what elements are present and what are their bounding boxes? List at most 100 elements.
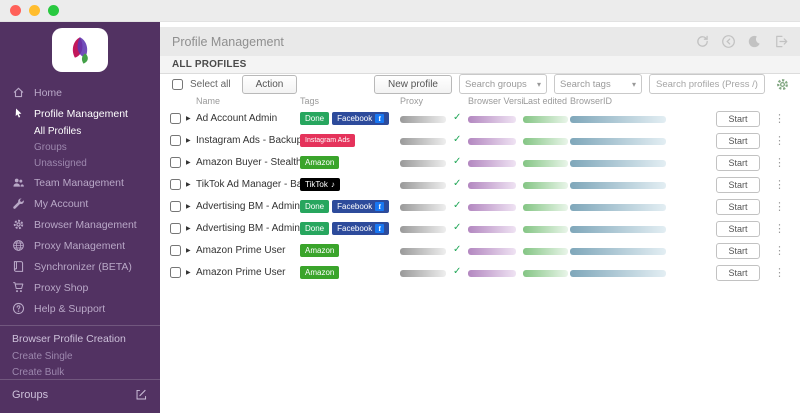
search-profiles-input[interactable]	[649, 74, 765, 94]
minimize-button[interactable]	[29, 5, 40, 16]
sidebar-item-my-account[interactable]: My Account	[0, 193, 160, 214]
expand-arrow-icon[interactable]: ▶	[186, 225, 191, 232]
profile-name: Advertising BM - Admin 2	[196, 223, 309, 234]
expand-arrow-icon[interactable]: ▶	[186, 181, 191, 188]
row-checkbox[interactable]	[170, 179, 181, 190]
refresh-icon[interactable]	[695, 34, 710, 49]
tag-label: Done	[305, 224, 325, 233]
start-button[interactable]: Start	[716, 221, 760, 237]
select-all-checkbox[interactable]	[172, 78, 183, 90]
browser-version-redacted-bar	[468, 182, 516, 189]
search-groups-select[interactable]: Search groups ▾	[459, 74, 547, 94]
row-menu-icon[interactable]: ⋮	[774, 266, 785, 279]
back-circle-icon[interactable]	[721, 34, 736, 49]
sidebar-item-create-single[interactable]: Create Single	[0, 349, 160, 365]
proxy-status-check-icon: ✓	[453, 244, 462, 255]
expand-arrow-icon[interactable]: ▶	[186, 115, 191, 122]
wrench-icon	[13, 198, 24, 209]
search-tags-select[interactable]: Search tags ▾	[554, 74, 642, 94]
start-button[interactable]: Start	[716, 111, 760, 127]
proxy-redacted-bar	[400, 270, 446, 277]
row-checkbox[interactable]	[170, 245, 181, 256]
last-edited-redacted-bar	[523, 138, 568, 145]
close-button[interactable]	[10, 5, 21, 16]
facebook-logo-icon: f	[375, 114, 385, 123]
sidebar-item-help-support[interactable]: Help & Support	[0, 298, 160, 319]
row-checkbox[interactable]	[170, 135, 181, 146]
browser-version-redacted-bar	[468, 138, 516, 145]
cursor-icon	[15, 108, 22, 118]
start-button[interactable]: Start	[716, 243, 760, 259]
start-button[interactable]: Start	[716, 133, 760, 149]
start-button[interactable]: Start	[716, 199, 760, 215]
tag-list: Done Facebook f	[300, 222, 390, 235]
expand-arrow-icon[interactable]: ▶	[186, 247, 191, 254]
home-icon	[13, 87, 24, 98]
row-checkbox[interactable]	[170, 201, 181, 212]
sidebar-item-home[interactable]: Home	[0, 82, 160, 103]
row-menu-icon[interactable]: ⋮	[774, 156, 785, 169]
header-icon-group	[695, 34, 788, 49]
row-menu-icon[interactable]: ⋮	[774, 134, 785, 147]
start-button[interactable]: Start	[716, 265, 760, 281]
tiktok-logo-icon: ♪	[330, 180, 335, 189]
logo-icon	[72, 37, 88, 64]
sidebar-item-team-management[interactable]: Team Management	[0, 172, 160, 193]
tag-label: Done	[305, 202, 325, 211]
expand-arrow-icon[interactable]: ▶	[186, 269, 191, 276]
main-area: Profile Management ALL PROFILES Select a…	[160, 22, 800, 413]
action-button[interactable]: Action	[241, 74, 298, 94]
sidebar-item-unassigned[interactable]: Unassigned	[0, 156, 160, 172]
dark-mode-moon-icon[interactable]	[747, 34, 762, 49]
table-settings-gear-icon[interactable]	[775, 77, 790, 92]
browser-version-redacted-bar	[468, 270, 516, 277]
row-menu-icon[interactable]: ⋮	[774, 200, 785, 213]
start-button[interactable]: Start	[716, 177, 760, 193]
row-checkbox[interactable]	[170, 113, 181, 124]
expand-arrow-icon[interactable]: ▶	[186, 137, 191, 144]
sidebar-divider	[0, 325, 160, 326]
browser-id-redacted-bar	[570, 204, 666, 211]
sidebar-item-synchronizer[interactable]: Synchronizer (BETA)	[0, 256, 160, 277]
edit-groups-icon[interactable]	[135, 388, 148, 401]
sidebar-item-label: Browser Management	[34, 218, 137, 231]
team-icon	[13, 178, 24, 187]
tag-label: Facebook	[337, 114, 373, 123]
logout-icon[interactable]	[773, 34, 788, 49]
browser-id-redacted-bar	[570, 270, 666, 277]
row-menu-icon[interactable]: ⋮	[774, 178, 785, 191]
browser-id-redacted-bar	[570, 248, 666, 255]
sidebar-item-proxy-shop[interactable]: Proxy Shop	[0, 277, 160, 298]
table-row: ▶ TikTok Ad Manager - Backup TikTok ♪ ✓ S…	[160, 174, 800, 196]
row-checkbox[interactable]	[170, 267, 181, 278]
expand-arrow-icon[interactable]: ▶	[186, 159, 191, 166]
profile-name: Instagram Ads - Backup	[196, 135, 303, 146]
row-menu-icon[interactable]: ⋮	[774, 244, 785, 257]
sidebar-item-all-profiles[interactable]: All Profiles	[0, 124, 160, 140]
row-menu-icon[interactable]: ⋮	[774, 222, 785, 235]
row-checkbox[interactable]	[170, 157, 181, 168]
tag-label: Done	[305, 114, 325, 123]
tag-amazon: Amazon	[300, 244, 340, 257]
zoom-button[interactable]	[48, 5, 59, 16]
creation-section-title: Browser Profile Creation	[12, 333, 126, 345]
tag-done: Done	[300, 222, 330, 235]
expand-arrow-icon[interactable]: ▶	[186, 203, 191, 210]
tag-label: Amazon	[305, 246, 335, 255]
sidebar-item-groups[interactable]: Groups	[0, 140, 160, 156]
facebook-logo-icon: f	[375, 224, 385, 233]
sidebar-item-label: Proxy Management	[34, 239, 126, 252]
proxy-redacted-bar	[400, 248, 446, 255]
row-menu-icon[interactable]: ⋮	[774, 112, 785, 125]
sidebar-item-label: Profile Management	[34, 107, 128, 120]
table-row: ▶ Amazon Buyer - Stealth Amazon ✓ Start …	[160, 152, 800, 174]
start-button[interactable]: Start	[716, 155, 760, 171]
row-checkbox[interactable]	[170, 223, 181, 234]
table-row: ▶ Amazon Prime User Amazon ✓ Start ⋮	[160, 240, 800, 262]
sidebar-item-profile-management[interactable]: Profile Management	[0, 103, 160, 124]
groups-footer-label[interactable]: Groups	[12, 389, 48, 401]
sidebar-item-browser-management[interactable]: Browser Management	[0, 214, 160, 235]
sidebar-item-proxy-management[interactable]: Proxy Management	[0, 235, 160, 256]
gear-icon	[13, 219, 24, 230]
new-profile-button[interactable]: New profile	[373, 74, 452, 94]
